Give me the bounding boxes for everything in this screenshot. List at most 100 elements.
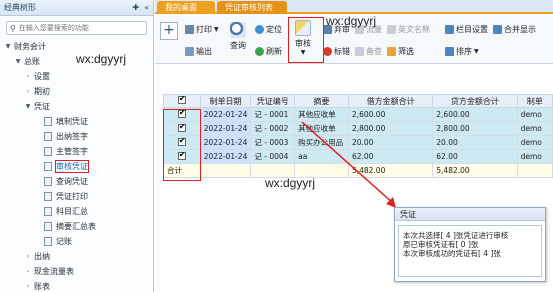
dialog-title: 凭证: [395, 208, 545, 221]
filter-button[interactable]: 筛选: [387, 46, 414, 57]
document-icon: [44, 207, 52, 216]
document-icon: [44, 117, 52, 126]
tree-item[interactable]: 查询凭证: [0, 174, 153, 189]
tree-item-label: 出纳: [34, 252, 50, 261]
search-box[interactable]: ⚲: [6, 21, 147, 35]
tree-item-label: 摘要汇总表: [56, 222, 96, 231]
document-icon: [44, 192, 52, 201]
cell-no[interactable]: 记 - 0004: [250, 149, 296, 164]
collapse-icon[interactable]: «: [144, 3, 149, 12]
cell-date[interactable]: 2022-01-24: [199, 149, 252, 164]
chevron-right-icon[interactable]: ›: [24, 268, 32, 275]
cell-credit[interactable]: 20.00: [432, 135, 518, 150]
cell-maker[interactable]: demo: [516, 107, 553, 122]
tree-item[interactable]: › 现金流量表: [0, 264, 153, 279]
col-maker[interactable]: 制单: [516, 94, 553, 108]
cell-credit[interactable]: 2,600.00: [432, 107, 518, 122]
search-input[interactable]: [18, 24, 139, 32]
check-label: 备查: [366, 47, 382, 56]
tree-item[interactable]: 凭证打印: [0, 189, 153, 204]
col-debit[interactable]: 借方金额合计: [347, 94, 434, 108]
tree-item[interactable]: 记账: [0, 234, 153, 249]
mark-error-icon: [323, 47, 332, 56]
pin-icon[interactable]: ✚: [132, 3, 139, 12]
locate-button[interactable]: 定位: [255, 24, 282, 35]
nav-tree: ▼ 财务会计 ▼ 总账 › 设置 › 期初 ▼ 凭证 填制凭证 出纳签字 主管签字 审核凭证 查询凭证 凭证打…: [0, 37, 153, 292]
sort-button[interactable]: 排序 ▼: [445, 46, 479, 57]
tab-desktop[interactable]: 我的桌面: [157, 1, 215, 14]
watermark-text: wx:dgyyrj: [265, 176, 316, 190]
col-credit[interactable]: 贷方金额合计: [432, 94, 518, 108]
tree-item-label: 主管签字: [56, 147, 88, 156]
tree-item-label: 账表: [34, 282, 50, 291]
tree-item[interactable]: ▼ 凭证: [0, 99, 153, 114]
document-icon: [44, 222, 52, 231]
audit-result-dialog: 凭证 本次共选择[ 4 ]张凭证进行审核 原已审核凭证有[ 0 ]张 本次审核成…: [394, 207, 546, 282]
col-date[interactable]: 制单日期: [199, 94, 252, 108]
tree-item[interactable]: 摘要汇总表: [0, 219, 153, 234]
tab-desktop-label: 我的桌面: [165, 3, 197, 12]
cell-date[interactable]: 2022-01-24: [199, 121, 252, 136]
tree-item-label: 出纳签字: [56, 132, 88, 141]
col-voucher-no[interactable]: 凭证编号: [250, 94, 296, 108]
column-settings-label: 栏目设置: [456, 25, 488, 34]
tree-item[interactable]: 出纳签字: [0, 129, 153, 144]
document-icon: [44, 162, 52, 171]
print-button[interactable]: 打印 ▼: [185, 24, 219, 35]
columns-icon: [445, 25, 454, 34]
expand-icon[interactable]: ▼: [24, 103, 32, 110]
cell-no[interactable]: 记 - 0003: [250, 135, 296, 150]
check-button[interactable]: 备查: [355, 46, 382, 57]
empty-cell: [199, 163, 252, 178]
chevron-right-icon[interactable]: ›: [24, 283, 32, 290]
add-button[interactable]: +: [160, 22, 178, 40]
select-all-header[interactable]: [163, 94, 201, 108]
tree-item-label: 填制凭证: [56, 117, 88, 126]
sidebar-title: 经典树形: [4, 3, 36, 12]
tree-item[interactable]: › 设置: [0, 69, 153, 84]
refresh-icon: [255, 47, 264, 56]
col-summary[interactable]: 摘要: [294, 94, 349, 108]
chevron-right-icon[interactable]: ›: [24, 73, 32, 80]
cell-credit[interactable]: 2,800.00: [432, 121, 518, 136]
tree-item-label: 查询凭证: [56, 177, 88, 186]
document-icon: [44, 147, 52, 156]
tree-item[interactable]: › 出纳: [0, 249, 153, 264]
tree-item[interactable]: › 期初: [0, 84, 153, 99]
magnifier-icon: [230, 22, 246, 38]
tree-item[interactable]: 主管签字: [0, 144, 153, 159]
chevron-right-icon[interactable]: ›: [24, 253, 32, 260]
cell-no[interactable]: 记 - 0001: [250, 107, 296, 122]
print-label: 打印: [196, 25, 212, 34]
chevron-right-icon[interactable]: ›: [24, 88, 32, 95]
document-icon: [44, 237, 52, 246]
merge-label: 合并显示: [504, 25, 536, 34]
cell-no[interactable]: 记 - 0002: [250, 121, 296, 136]
english-name-button[interactable]: 英文名称: [387, 24, 430, 35]
tab-bar: 我的桌面 凭证审核列表×: [155, 0, 553, 25]
refresh-button[interactable]: 刷新: [255, 46, 282, 57]
tree-item[interactable]: › 账表: [0, 279, 153, 292]
tree-item[interactable]: 科目汇总: [0, 204, 153, 219]
expand-icon[interactable]: ▼: [4, 43, 12, 50]
tree-item[interactable]: 填制凭证: [0, 114, 153, 129]
cell-maker[interactable]: demo: [516, 135, 553, 150]
merge-display-button[interactable]: 合并显示: [493, 24, 536, 35]
tree-item[interactable]: 审核凭证: [0, 159, 153, 174]
printer-icon: [185, 25, 194, 34]
empty-cell: [516, 163, 553, 178]
locate-icon: [255, 25, 264, 34]
expand-icon[interactable]: ▼: [14, 58, 22, 65]
cell-date[interactable]: 2022-01-24: [199, 135, 252, 150]
cell-maker[interactable]: demo: [516, 121, 553, 136]
mark-error-button[interactable]: 标错: [323, 46, 350, 57]
query-button[interactable]: 查询: [230, 22, 246, 51]
select-all-checkbox[interactable]: [177, 94, 186, 104]
cell-credit[interactable]: 62.00: [432, 149, 518, 164]
cell-date[interactable]: 2022-01-24: [199, 107, 252, 122]
merge-icon: [493, 25, 502, 34]
export-button[interactable]: 输出: [185, 46, 212, 57]
cell-maker[interactable]: demo: [516, 149, 553, 164]
column-settings-button[interactable]: 栏目设置: [445, 24, 488, 35]
tab-voucher-audit-list[interactable]: 凭证审核列表×: [217, 1, 287, 25]
